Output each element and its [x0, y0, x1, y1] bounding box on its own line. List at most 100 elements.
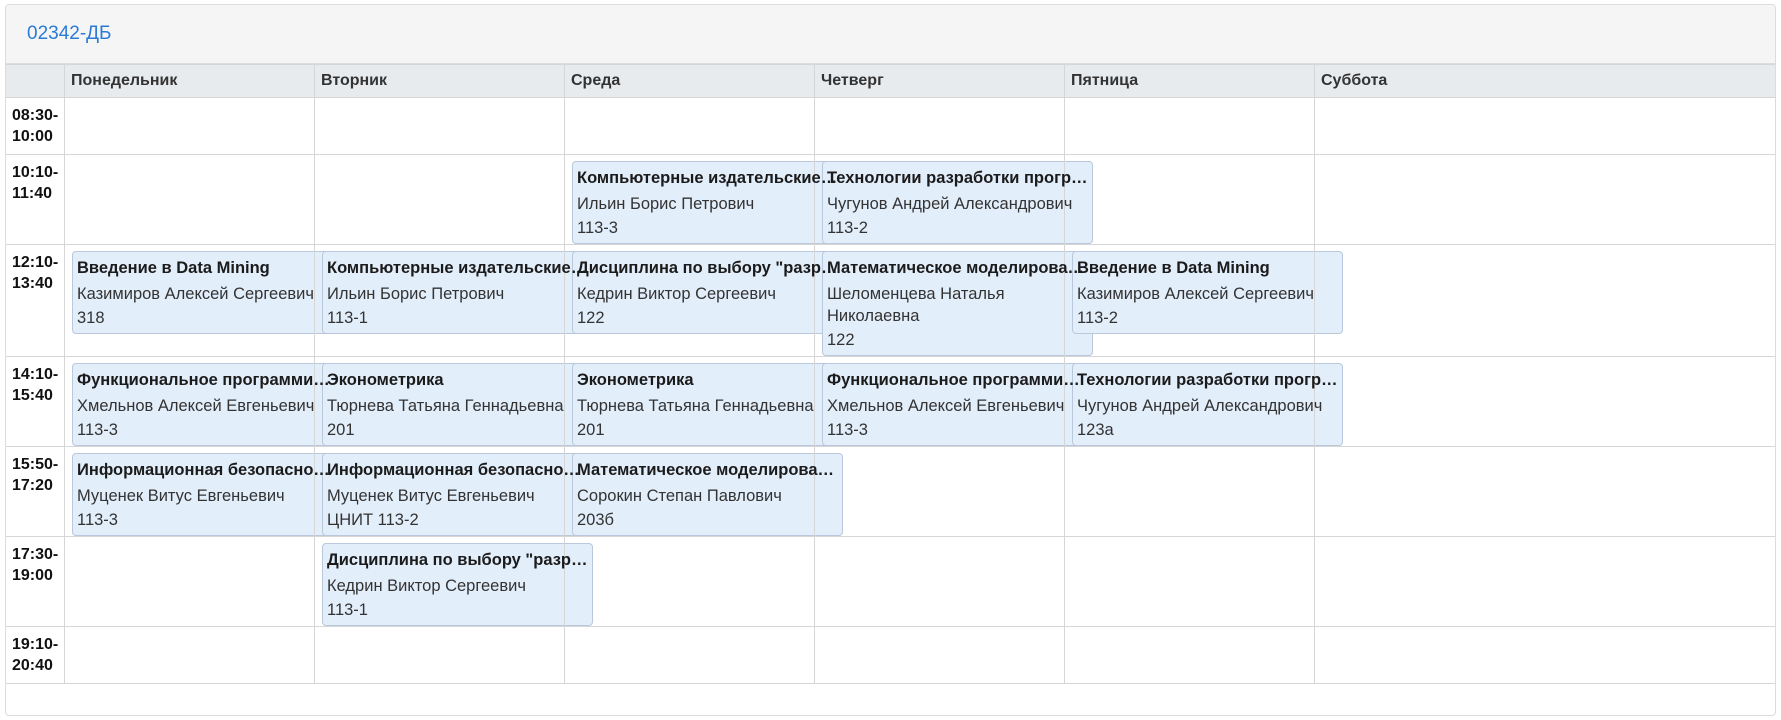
- schedule-cell: [64, 97, 315, 155]
- lesson-card[interactable]: Дисциплина по выбору "разработка" Кедрин …: [322, 543, 593, 626]
- lesson-card[interactable]: Дисциплина по выбору "разработка" Кедрин …: [572, 251, 843, 334]
- time-end: 11:40: [12, 185, 53, 202]
- lesson-card[interactable]: Технологии разработки программного обесп…: [1072, 363, 1343, 446]
- lesson-card[interactable]: Математическое моделирование Шеломенцева …: [822, 251, 1093, 356]
- time-end: 17:20: [12, 477, 53, 494]
- lesson-teacher: Сорокин Степан Павлович: [577, 487, 782, 505]
- lesson-room: 113-3: [77, 511, 118, 529]
- schedule-cell: [1064, 626, 1315, 684]
- lesson-subject: Компьютерные издательские системы: [327, 259, 588, 277]
- schedule-cell: Функциональное программирование Хмельнов …: [64, 356, 343, 447]
- lesson-subject: Информационная безопасность: [327, 461, 588, 479]
- schedule-cell: [1064, 154, 1315, 245]
- time-slot-row: 15:50- 17:20 Информационная безопасность Му…: [6, 446, 1775, 537]
- lesson-room: 113-3: [827, 421, 868, 439]
- schedule-panel: 02342-ДБ Понедельник Вторник Среда Четве…: [5, 4, 1776, 716]
- lesson-card[interactable]: Компьютерные издательские системы Ильин Б…: [322, 251, 593, 334]
- lesson-teacher: Кедрин Виктор Сергеевич: [577, 285, 776, 303]
- time-slot-row: 17:30- 19:00 Дисциплина по выбору "разрабо…: [6, 536, 1775, 627]
- lesson-card[interactable]: Математическое моделирование Сорокин Степ…: [572, 453, 843, 536]
- day-header: Вторник: [314, 64, 565, 98]
- lesson-card[interactable]: Технологии разработки программного обесп…: [822, 161, 1093, 244]
- time-slot-row: 14:10- 15:40 Функциональное программирован…: [6, 356, 1775, 447]
- lesson-room: 113-1: [327, 601, 368, 619]
- lesson-teacher: Кедрин Виктор Сергеевич: [327, 577, 526, 595]
- lesson-card[interactable]: Введение в Data Mining Казимиров Алексей …: [1072, 251, 1343, 334]
- time-header: [6, 64, 65, 98]
- day-header: Суббота: [1314, 64, 1775, 98]
- lesson-teacher: Хмельнов Алексей Евгеньевич: [77, 397, 315, 415]
- time-start: 12:10-: [12, 254, 59, 271]
- lesson-subject: Эконометрика: [327, 371, 444, 389]
- lesson-room: 113-2: [827, 219, 868, 237]
- time-slot-row: 10:10- 11:40 Компьютерные издательские сис…: [6, 154, 1775, 245]
- schedule-cell: Математическое моделирование Шеломенцева …: [814, 244, 1093, 357]
- schedule-cell: [564, 536, 815, 627]
- time-slot-row: 12:10- 13:40 Введение в Data Mining Казимир…: [6, 244, 1775, 357]
- lesson-subject: Функциональное программирование: [77, 371, 338, 389]
- lesson-card[interactable]: Компьютерные издательские системы Ильин Б…: [572, 161, 843, 244]
- schedule-cell: [1314, 446, 1775, 537]
- schedule-cell: [64, 536, 315, 627]
- lesson-card[interactable]: Эконометрика Тюрнева Татьяна Геннадьевна 2…: [322, 363, 593, 446]
- day-header: Понедельник: [64, 64, 315, 98]
- lesson-room: 113-2: [1077, 309, 1118, 327]
- lesson-room: ЦНИТ 113-2: [327, 511, 419, 529]
- time-start: 14:10-: [12, 366, 59, 383]
- schedule-cell: [314, 97, 565, 155]
- lesson-card[interactable]: Информационная безопасность Муценек Витус…: [72, 453, 343, 536]
- lesson-subject: Введение в Data Mining: [77, 259, 270, 277]
- day-header: Среда: [564, 64, 815, 98]
- lesson-teacher: Шеломенцева Наталья Николаевна: [827, 285, 1005, 325]
- lesson-subject: Дисциплина по выбору "разработка": [577, 259, 838, 277]
- lesson-room: 113-1: [327, 309, 368, 327]
- schedule-cell: Компьютерные издательские системы Ильин Б…: [314, 244, 593, 357]
- schedule-cell: Дисциплина по выбору "разработка" Кедрин …: [314, 536, 593, 627]
- lesson-card[interactable]: Функциональное программирование Хмельнов …: [822, 363, 1093, 446]
- schedule-cell: [1314, 536, 1775, 627]
- lesson-room: 318: [77, 309, 105, 327]
- time-start: 17:30-: [12, 546, 59, 563]
- time-slot: 15:50- 17:20: [6, 446, 65, 537]
- lesson-subject: Технологии разработки программного обесп…: [1077, 371, 1338, 389]
- lesson-room: 201: [577, 421, 605, 439]
- schedule-cell: Информационная безопасность Муценек Витус…: [314, 446, 593, 537]
- schedule-cell: [814, 446, 1065, 537]
- schedule-cell: [1064, 446, 1315, 537]
- lesson-teacher: Хмельнов Алексей Евгеньевич: [827, 397, 1065, 415]
- lesson-room: 113-3: [77, 421, 118, 439]
- lesson-subject: Математическое моделирование: [577, 461, 838, 479]
- lesson-card[interactable]: Функциональное программирование Хмельнов …: [72, 363, 343, 446]
- lesson-teacher: Чугунов Андрей Александрович: [1077, 397, 1323, 415]
- lesson-teacher: Казимиров Алексей Сергеевич: [1077, 285, 1314, 303]
- schedule-cell: [564, 97, 815, 155]
- schedule-cell: Технологии разработки программного обесп…: [1064, 356, 1343, 447]
- day-header: Пятница: [1064, 64, 1315, 98]
- schedule-cell: [1314, 626, 1775, 684]
- lesson-card[interactable]: Введение в Data Mining Казимиров Алексей …: [72, 251, 343, 334]
- lesson-room: 113-3: [577, 219, 618, 237]
- schedule-cell: Технологии разработки программного обесп…: [814, 154, 1093, 245]
- schedule-cell: Дисциплина по выбору "разработка" Кедрин …: [564, 244, 843, 357]
- time-end: 19:00: [12, 567, 53, 584]
- lesson-room: 201: [327, 421, 355, 439]
- time-end: 10:00: [12, 128, 53, 145]
- schedule-cell: [564, 626, 815, 684]
- lesson-subject: Информационная безопасность: [77, 461, 338, 479]
- schedule-cell: [64, 154, 315, 245]
- lesson-card[interactable]: Эконометрика Тюрнева Татьяна Геннадьевна 2…: [572, 363, 843, 446]
- group-link[interactable]: 02342-ДБ: [27, 23, 112, 45]
- schedule-cell: Введение в Data Mining Казимиров Алексей …: [64, 244, 343, 357]
- lesson-teacher: Чугунов Андрей Александрович: [827, 195, 1073, 213]
- time-slot-row: 08:30- 10:00: [6, 97, 1775, 155]
- time-slot-row: 19:10- 20:40: [6, 626, 1775, 684]
- day-header: Четверг: [814, 64, 1065, 98]
- lesson-room: 122: [827, 331, 855, 349]
- schedule-cell: [1064, 97, 1315, 155]
- schedule-cell: [314, 626, 565, 684]
- lesson-teacher: Казимиров Алексей Сергеевич: [77, 285, 314, 303]
- time-slot: 12:10- 13:40: [6, 244, 65, 357]
- lesson-teacher: Тюрнева Татьяна Геннадьевна: [327, 397, 564, 415]
- lesson-card[interactable]: Информационная безопасность Муценек Витус…: [322, 453, 593, 536]
- time-slot: 08:30- 10:00: [6, 97, 65, 155]
